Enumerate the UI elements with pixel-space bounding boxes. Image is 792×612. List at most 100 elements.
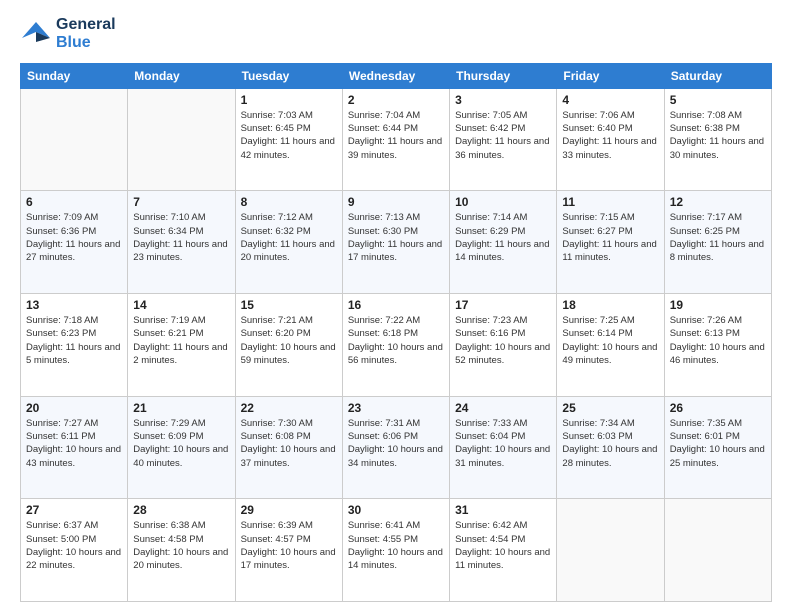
calendar-cell: 3 Sunrise: 7:05 AM Sunset: 6:42 PM Daylig… xyxy=(450,88,557,191)
calendar-cell: 2Sunrise: 7:04 AM Sunset: 6:44 PM Daylig… xyxy=(342,88,449,191)
calendar-cell: 17 Sunrise: 7:23 AM Sunset: 6:16 PM Dayli… xyxy=(450,294,557,397)
day-number: 9 xyxy=(348,195,444,209)
calendar-cell: 8Sunrise: 7:12 AM Sunset: 6:32 PM Daylig… xyxy=(235,191,342,294)
calendar-header-row: SundayMondayTuesdayWednesdayThursdayFrid… xyxy=(21,63,772,88)
day-info: Sunrise: 7:31 AM Sunset: 6:06 PM Dayligh… xyxy=(348,417,444,470)
calendar-week-row: 1 Sunrise: 7:03 AM Sunset: 6:45 PM Daylig… xyxy=(21,88,772,191)
calendar-week-row: 27Sunrise: 6:37 AM Sunset: 5:00 PM Dayli… xyxy=(21,499,772,602)
calendar-cell: 13 Sunrise: 7:18 AM Sunset: 6:23 PM Dayli… xyxy=(21,294,128,397)
calendar-cell: 14 Sunrise: 7:19 AM Sunset: 6:21 PM Dayli… xyxy=(128,294,235,397)
day-info: Sunrise: 7:05 AM Sunset: 6:42 PM Dayligh… xyxy=(455,109,551,162)
day-number: 31 xyxy=(455,503,551,517)
day-info: Sunrise: 6:42 AM Sunset: 4:54 PM Dayligh… xyxy=(455,519,551,572)
day-info: Sunrise: 7:17 AM Sunset: 6:25 PM Dayligh… xyxy=(670,211,766,264)
calendar-header-saturday: Saturday xyxy=(664,63,771,88)
calendar-cell: 6 Sunrise: 7:09 AM Sunset: 6:36 PM Daylig… xyxy=(21,191,128,294)
calendar-header-wednesday: Wednesday xyxy=(342,63,449,88)
day-number: 27 xyxy=(26,503,122,517)
day-info: Sunrise: 7:06 AM Sunset: 6:40 PM Dayligh… xyxy=(562,109,658,162)
day-info: Sunrise: 7:12 AM Sunset: 6:32 PM Dayligh… xyxy=(241,211,337,264)
calendar-cell: 9Sunrise: 7:13 AM Sunset: 6:30 PM Daylig… xyxy=(342,191,449,294)
day-number: 11 xyxy=(562,195,658,209)
day-number: 23 xyxy=(348,401,444,415)
day-number: 17 xyxy=(455,298,551,312)
day-number: 22 xyxy=(241,401,337,415)
page: General Blue SundayMondayTuesdayWednesda… xyxy=(0,0,792,612)
day-number: 30 xyxy=(348,503,444,517)
calendar-cell xyxy=(128,88,235,191)
calendar-header-thursday: Thursday xyxy=(450,63,557,88)
calendar-cell: 16Sunrise: 7:22 AM Sunset: 6:18 PM Dayli… xyxy=(342,294,449,397)
calendar-cell: 29 Sunrise: 6:39 AM Sunset: 4:57 PM Dayli… xyxy=(235,499,342,602)
logo-icon xyxy=(20,18,52,50)
day-number: 12 xyxy=(670,195,766,209)
day-number: 16 xyxy=(348,298,444,312)
calendar-cell: 18 Sunrise: 7:25 AM Sunset: 6:14 PM Dayli… xyxy=(557,294,664,397)
day-number: 1 xyxy=(241,93,337,107)
day-info: Sunrise: 7:14 AM Sunset: 6:29 PM Dayligh… xyxy=(455,211,551,264)
day-info: Sunrise: 7:30 AM Sunset: 6:08 PM Dayligh… xyxy=(241,417,337,470)
calendar-cell: 23 Sunrise: 7:31 AM Sunset: 6:06 PM Dayli… xyxy=(342,396,449,499)
day-number: 5 xyxy=(670,93,766,107)
day-number: 6 xyxy=(26,195,122,209)
calendar-cell: 28 Sunrise: 6:38 AM Sunset: 4:58 PM Dayli… xyxy=(128,499,235,602)
logo: General Blue xyxy=(20,16,116,53)
day-number: 18 xyxy=(562,298,658,312)
day-info: Sunrise: 7:23 AM Sunset: 6:16 PM Dayligh… xyxy=(455,314,551,367)
calendar-cell: 15 Sunrise: 7:21 AM Sunset: 6:20 PM Dayli… xyxy=(235,294,342,397)
calendar-cell: 20Sunrise: 7:27 AM Sunset: 6:11 PM Dayli… xyxy=(21,396,128,499)
day-info: Sunrise: 7:15 AM Sunset: 6:27 PM Dayligh… xyxy=(562,211,658,264)
day-info: Sunrise: 7:10 AM Sunset: 6:34 PM Dayligh… xyxy=(133,211,229,264)
calendar-header-tuesday: Tuesday xyxy=(235,63,342,88)
calendar-cell: 21 Sunrise: 7:29 AM Sunset: 6:09 PM Dayli… xyxy=(128,396,235,499)
day-info: Sunrise: 7:19 AM Sunset: 6:21 PM Dayligh… xyxy=(133,314,229,367)
day-info: Sunrise: 7:29 AM Sunset: 6:09 PM Dayligh… xyxy=(133,417,229,470)
day-number: 14 xyxy=(133,298,229,312)
day-info: Sunrise: 7:34 AM Sunset: 6:03 PM Dayligh… xyxy=(562,417,658,470)
day-info: Sunrise: 6:39 AM Sunset: 4:57 PM Dayligh… xyxy=(241,519,337,572)
calendar-cell: 12 Sunrise: 7:17 AM Sunset: 6:25 PM Dayli… xyxy=(664,191,771,294)
day-number: 13 xyxy=(26,298,122,312)
day-info: Sunrise: 6:38 AM Sunset: 4:58 PM Dayligh… xyxy=(133,519,229,572)
calendar-header-sunday: Sunday xyxy=(21,63,128,88)
calendar-cell: 11 Sunrise: 7:15 AM Sunset: 6:27 PM Dayli… xyxy=(557,191,664,294)
day-info: Sunrise: 7:18 AM Sunset: 6:23 PM Dayligh… xyxy=(26,314,122,367)
day-number: 7 xyxy=(133,195,229,209)
calendar-header-monday: Monday xyxy=(128,63,235,88)
calendar-cell: 25 Sunrise: 7:34 AM Sunset: 6:03 PM Dayli… xyxy=(557,396,664,499)
day-info: Sunrise: 7:21 AM Sunset: 6:20 PM Dayligh… xyxy=(241,314,337,367)
day-info: Sunrise: 7:03 AM Sunset: 6:45 PM Dayligh… xyxy=(241,109,337,162)
day-number: 25 xyxy=(562,401,658,415)
day-info: Sunrise: 7:04 AM Sunset: 6:44 PM Dayligh… xyxy=(348,109,444,162)
calendar-cell: 7 Sunrise: 7:10 AM Sunset: 6:34 PM Daylig… xyxy=(128,191,235,294)
calendar-cell: 26 Sunrise: 7:35 AM Sunset: 6:01 PM Dayli… xyxy=(664,396,771,499)
day-number: 10 xyxy=(455,195,551,209)
day-number: 3 xyxy=(455,93,551,107)
day-info: Sunrise: 7:26 AM Sunset: 6:13 PM Dayligh… xyxy=(670,314,766,367)
day-number: 19 xyxy=(670,298,766,312)
day-number: 24 xyxy=(455,401,551,415)
calendar-cell: 1 Sunrise: 7:03 AM Sunset: 6:45 PM Daylig… xyxy=(235,88,342,191)
calendar-week-row: 6 Sunrise: 7:09 AM Sunset: 6:36 PM Daylig… xyxy=(21,191,772,294)
calendar-cell: 27Sunrise: 6:37 AM Sunset: 5:00 PM Dayli… xyxy=(21,499,128,602)
day-info: Sunrise: 7:27 AM Sunset: 6:11 PM Dayligh… xyxy=(26,417,122,470)
calendar-header-friday: Friday xyxy=(557,63,664,88)
calendar-cell: 22 Sunrise: 7:30 AM Sunset: 6:08 PM Dayli… xyxy=(235,396,342,499)
calendar-cell: 24 Sunrise: 7:33 AM Sunset: 6:04 PM Dayli… xyxy=(450,396,557,499)
day-number: 26 xyxy=(670,401,766,415)
calendar-week-row: 13 Sunrise: 7:18 AM Sunset: 6:23 PM Dayli… xyxy=(21,294,772,397)
calendar-cell: 30Sunrise: 6:41 AM Sunset: 4:55 PM Dayli… xyxy=(342,499,449,602)
day-info: Sunrise: 7:25 AM Sunset: 6:14 PM Dayligh… xyxy=(562,314,658,367)
calendar-cell xyxy=(21,88,128,191)
day-info: Sunrise: 7:35 AM Sunset: 6:01 PM Dayligh… xyxy=(670,417,766,470)
day-info: Sunrise: 7:33 AM Sunset: 6:04 PM Dayligh… xyxy=(455,417,551,470)
calendar-cell xyxy=(664,499,771,602)
day-info: Sunrise: 7:09 AM Sunset: 6:36 PM Dayligh… xyxy=(26,211,122,264)
calendar-week-row: 20Sunrise: 7:27 AM Sunset: 6:11 PM Dayli… xyxy=(21,396,772,499)
calendar-table: SundayMondayTuesdayWednesdayThursdayFrid… xyxy=(20,63,772,602)
day-number: 21 xyxy=(133,401,229,415)
day-number: 29 xyxy=(241,503,337,517)
day-number: 15 xyxy=(241,298,337,312)
day-number: 28 xyxy=(133,503,229,517)
day-number: 4 xyxy=(562,93,658,107)
